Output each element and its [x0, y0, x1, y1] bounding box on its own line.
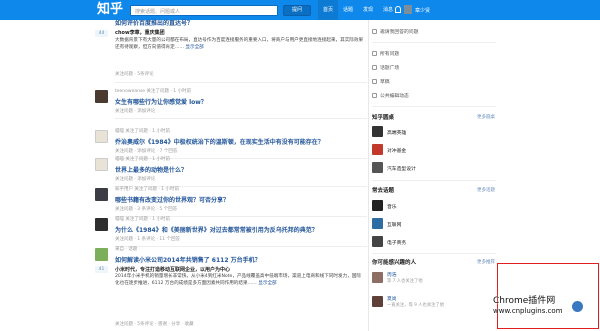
- roundtable-icon[interactable]: [372, 162, 383, 173]
- item-actions[interactable]: 关注问题 · 添加评论 · 7 个回答: [115, 148, 177, 154]
- more-roundtables-link[interactable]: 更多圆桌: [477, 114, 495, 120]
- topic-item[interactable]: 音乐: [387, 203, 397, 210]
- internet-topic-icon[interactable]: [372, 218, 383, 229]
- person-avatar[interactable]: [372, 272, 383, 283]
- show-more-link[interactable]: 显示全部: [258, 281, 276, 286]
- item-actions[interactable]: 关注问题 · 3 条评论 · 5 个回答: [115, 206, 177, 212]
- excerpt-text: 2014年小米手机的销量增长非常快，从小米4到红米Note，产品线覆盖高中低端市…: [115, 274, 361, 286]
- activity-meta: 喵喵 关注了问题 · 1 小时前: [115, 129, 171, 134]
- question-title[interactable]: 如何解读小米公司2014年共销售了 6112 万台手机？: [115, 255, 261, 264]
- question-title[interactable]: 为什么《1984》和《美丽新世界》对过去都常常被引用为反乌托邦的典范？: [115, 225, 318, 234]
- vote-count[interactable]: 41: [95, 266, 108, 273]
- answer-excerpt[interactable]: 大数据背景下有大量的公司都在布局，直达号作为百度连接服务的重要入口，将商户与用户…: [115, 37, 365, 51]
- show-more-link[interactable]: 显示全部: [185, 45, 203, 50]
- person-desc: 一直关注，等 9 人也关注了他: [387, 303, 445, 308]
- watermark: Chrome插件网 www.cnplugins.com: [493, 293, 600, 315]
- sidebar-link-edit-log[interactable]: 公共编辑动态: [372, 92, 409, 99]
- grid-icon: [372, 65, 377, 70]
- main-nav: 首页 话题 发现 消息: [318, 0, 398, 20]
- question-title[interactable]: 如何评价百度推出的直达号？: [115, 18, 193, 27]
- watermark-logo-icon: [572, 301, 583, 312]
- ecommerce-topic-icon[interactable]: [372, 236, 383, 247]
- mail-icon: [372, 29, 377, 34]
- nav-explore[interactable]: 发现: [358, 0, 378, 20]
- item-actions[interactable]: 关注问题 · 1 条评论 · 11 个回答: [115, 236, 180, 242]
- answer-author[interactable]: 小米时代，专注打造移动互联网企业，以用户为中心: [115, 266, 230, 273]
- search-placeholder: 搜索话题、问题或人: [135, 9, 181, 15]
- common-topics-heading: 常去话题: [372, 188, 395, 194]
- user-avatar[interactable]: [404, 5, 412, 14]
- question-title[interactable]: 女生有哪些行为让你感觉爱 low？: [115, 97, 207, 106]
- divider: [115, 118, 367, 119]
- right-sidebar: 邀请我回答的问题 所有问题 话题广场 草稿 公共编辑动态 知乎圆桌 更多圆桌 高…: [368, 20, 498, 331]
- roundtable-item[interactable]: 对冲基金: [387, 147, 406, 154]
- item-actions[interactable]: 关注问题 · 添加评论: [115, 176, 155, 182]
- divider: [372, 180, 496, 181]
- divider: [372, 106, 496, 107]
- question-title[interactable]: 乔治奥威尔《1984》中极权统治下的温斯顿，在现实生活中有没有可能存在？: [115, 137, 324, 146]
- music-topic-icon[interactable]: [372, 200, 383, 211]
- nav-home[interactable]: 首页: [318, 0, 339, 20]
- roundtable-item[interactable]: 汽车造型设计: [387, 165, 416, 172]
- excerpt-text: 大数据背景下有大量的公司都在布局，直达号作为百度连接服务的重要入口，将商户与用户…: [115, 38, 364, 50]
- ask-question-button[interactable]: 提问: [283, 5, 311, 16]
- topic-item[interactable]: 电子商务: [387, 239, 406, 246]
- user-avatar[interactable]: [95, 188, 108, 201]
- notification-bell-icon[interactable]: [395, 6, 401, 13]
- zhihu-logo[interactable]: 知乎: [97, 3, 123, 17]
- nav-topics[interactable]: 话题: [338, 0, 358, 20]
- more-topics-link[interactable]: 更多话题: [477, 187, 495, 193]
- suggested-people-heading: 你可能感兴趣的人: [372, 260, 417, 266]
- user-avatar[interactable]: [95, 158, 108, 171]
- more-people-link[interactable]: 更多推荐: [477, 259, 495, 265]
- topic-avatar[interactable]: [95, 248, 108, 261]
- sidebar-link-topic-square[interactable]: 话题广场: [372, 64, 399, 71]
- divider: [372, 42, 496, 43]
- divider: [115, 246, 367, 247]
- activity-meta: 来自 · 话题: [115, 247, 138, 252]
- item-actions[interactable]: 关注问题 · 5条评论 · 感谢 · 分享 · 收藏: [115, 321, 194, 327]
- sidebar-link-invited[interactable]: 邀请我回答的问题: [372, 28, 418, 35]
- draft-icon: [372, 79, 377, 84]
- user-avatar[interactable]: [95, 130, 108, 143]
- vote-count[interactable]: 44: [95, 30, 108, 37]
- item-actions[interactable]: 关注问题 · 添加评论: [115, 108, 155, 114]
- user-avatar[interactable]: [95, 218, 108, 231]
- roundtable-item[interactable]: 高端英雄: [387, 129, 406, 136]
- search-input[interactable]: 搜索话题、问题或人: [130, 5, 278, 16]
- person-desc: 等 7 人也关注了他: [387, 279, 423, 284]
- username[interactable]: 章少贤: [415, 7, 430, 14]
- user-avatar[interactable]: [95, 90, 108, 103]
- top-nav-bar: 知乎 搜索话题、问题或人 提问 首页 话题 发现 消息 章少贤: [0, 0, 600, 20]
- divider: [115, 82, 367, 83]
- answer-author[interactable]: chow李章，重庆集团: [115, 29, 165, 36]
- item-actions[interactable]: 关注问题 · 5条评论: [115, 71, 154, 77]
- watermark-url: www.cnplugins.com: [493, 307, 563, 315]
- sidebar-link-drafts[interactable]: 草稿: [372, 78, 390, 85]
- topic-item[interactable]: 互联网: [387, 221, 401, 228]
- divider: [372, 253, 496, 254]
- question-title[interactable]: 世界上最多的动物是什么？: [115, 165, 187, 174]
- question-title[interactable]: 哪些书籍有改变过你的世界观？可否分享？: [115, 195, 229, 204]
- list-icon: [372, 51, 377, 56]
- roundtable-icon[interactable]: [372, 126, 383, 137]
- edit-icon: [372, 93, 377, 98]
- answer-excerpt[interactable]: 2014年小米手机的销量增长非常快，从小米4到红米Note，产品线覆盖高中低端市…: [115, 273, 365, 287]
- person-avatar[interactable]: [372, 296, 383, 307]
- activity-meta: teenoweanse 关注了问题 · 1 小时前: [115, 89, 192, 94]
- watermark-title: Chrome插件网: [493, 296, 556, 306]
- roundtable-heading: 知乎圆桌: [372, 115, 395, 121]
- roundtable-icon[interactable]: [372, 144, 383, 155]
- person-name[interactable]: 周浩: [387, 271, 397, 278]
- activity-meta: 喵喵 关注了问题 · 1 小时前: [115, 157, 171, 162]
- person-name[interactable]: 夏尚: [387, 295, 397, 302]
- activity-meta: 知乎用户 关注了问题 · 1 小时前: [115, 187, 180, 192]
- sidebar-link-all-questions[interactable]: 所有问题: [372, 50, 399, 57]
- activity-meta: 喵喵 关注了问题 · 1 小时前: [115, 217, 171, 222]
